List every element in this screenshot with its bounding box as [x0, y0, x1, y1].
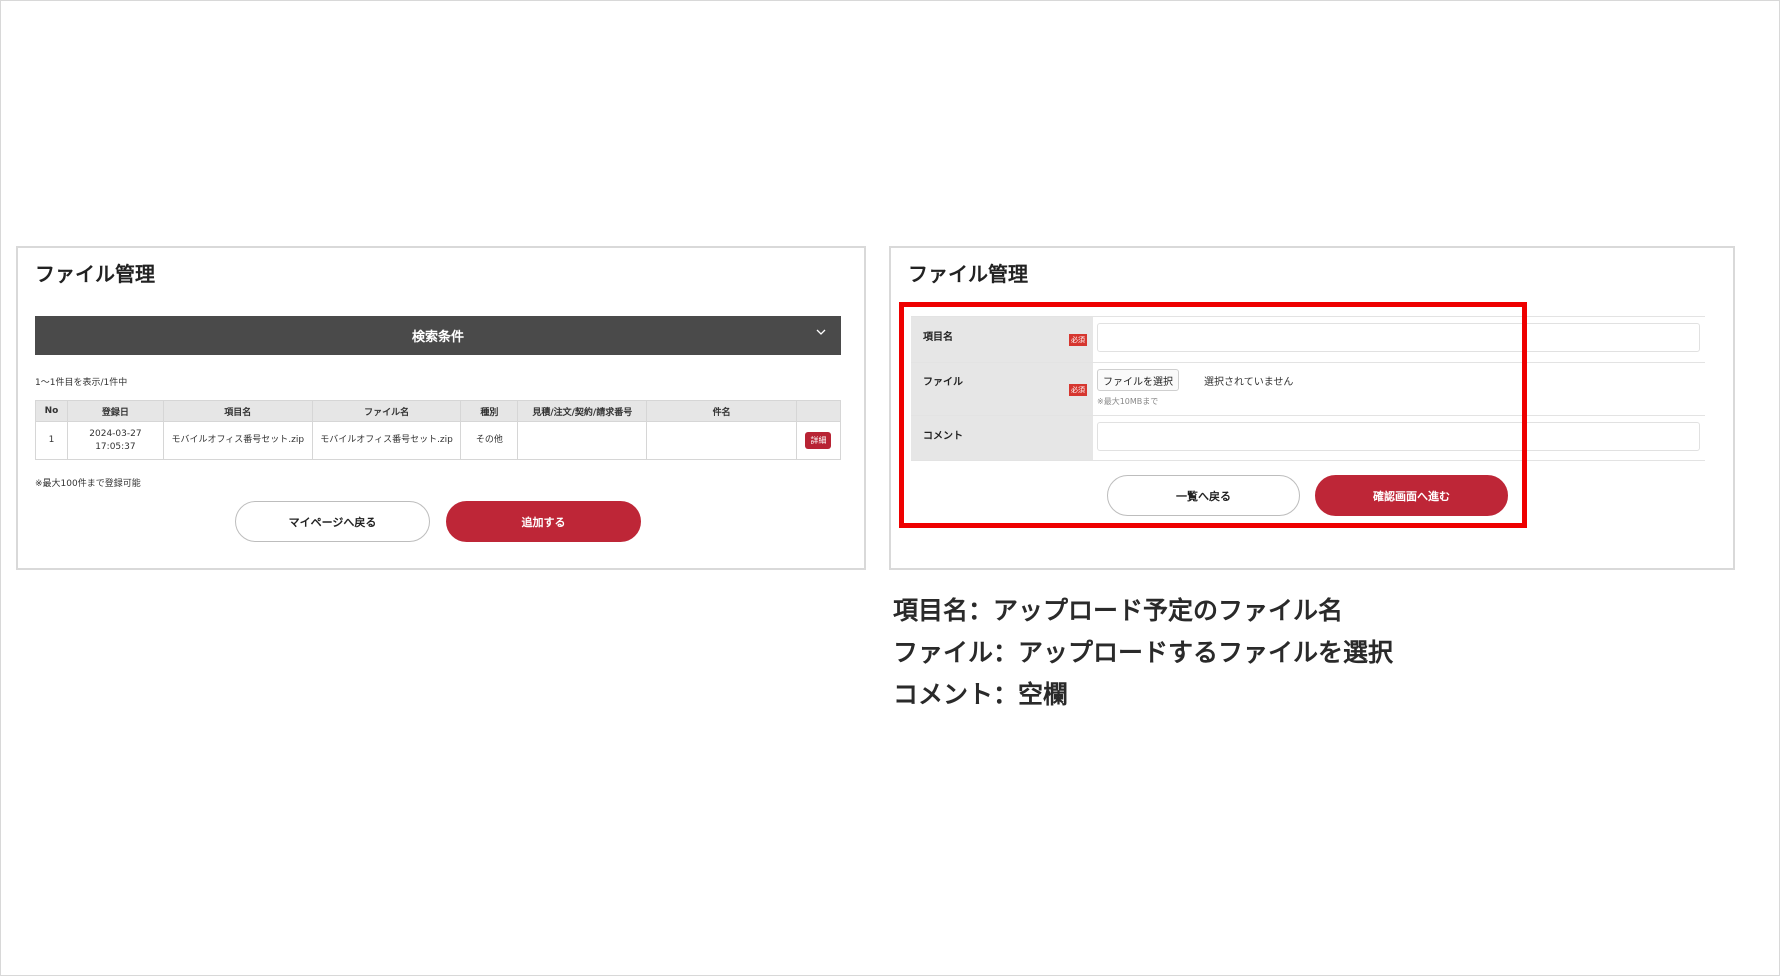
table-row: 1 2024-03-27 17:05:37 モバイルオフィス番号セット.zip …	[35, 421, 842, 460]
max-items-note: ※最大100件まで登録可能	[35, 479, 141, 489]
search-conditions-toggle[interactable]: 検索条件	[35, 316, 841, 355]
column-header-number: 見積/注文/契約/請求番号	[517, 400, 648, 422]
caption-file: ファイル：アップロードするファイルを選択	[893, 638, 1394, 667]
caption-item-name: 項目名：アップロード予定のファイル名	[893, 596, 1344, 625]
cell-subject	[646, 421, 797, 460]
page-title: ファイル管理	[908, 262, 1028, 286]
detail-button[interactable]: 詳細	[805, 432, 832, 449]
search-conditions-label: 検索条件	[411, 330, 464, 345]
column-header-type: 種別	[460, 400, 519, 422]
cell-date-day: 2024-03-27	[89, 428, 142, 439]
cell-number	[517, 421, 648, 460]
page-title: ファイル管理	[35, 262, 155, 286]
cell-item-name: モバイルオフィス番号セット.zip	[162, 421, 313, 460]
chevron-down-icon	[815, 326, 827, 342]
screenshot-canvas: ファイル管理 検索条件 1〜1件目を表示/1件中 No 登録日 項目名 ファイル…	[0, 0, 1780, 976]
column-header-file-name: ファイル名	[311, 400, 462, 422]
column-header-subject: 件名	[646, 400, 797, 422]
cell-type: その他	[460, 421, 519, 460]
file-list-panel: ファイル管理 検索条件 1〜1件目を表示/1件中 No 登録日 項目名 ファイル…	[16, 246, 866, 570]
table-header-row: No 登録日 項目名 ファイル名 種別 見積/注文/契約/請求番号 件名	[35, 400, 842, 422]
column-header-item-name: 項目名	[162, 400, 313, 422]
cell-date: 2024-03-27 17:05:37	[66, 421, 164, 460]
column-header-date: 登録日	[66, 400, 164, 422]
column-header-no: No	[35, 400, 68, 422]
cell-action: 詳細	[795, 421, 842, 460]
file-list-table: No 登録日 項目名 ファイル名 種別 見積/注文/契約/請求番号 件名 1 2…	[35, 400, 842, 460]
cell-no: 1	[35, 421, 68, 460]
highlight-frame	[899, 302, 1527, 528]
caption-comment: コメント：空欄	[893, 680, 1069, 709]
cell-date-time: 17:05:37	[95, 441, 136, 452]
column-header-action	[795, 400, 842, 422]
cell-file-name: モバイルオフィス番号セット.zip	[311, 421, 462, 460]
back-to-mypage-button[interactable]: マイページへ戻る	[235, 501, 430, 542]
result-count: 1〜1件目を表示/1件中	[35, 378, 128, 388]
add-button[interactable]: 追加する	[446, 501, 641, 542]
